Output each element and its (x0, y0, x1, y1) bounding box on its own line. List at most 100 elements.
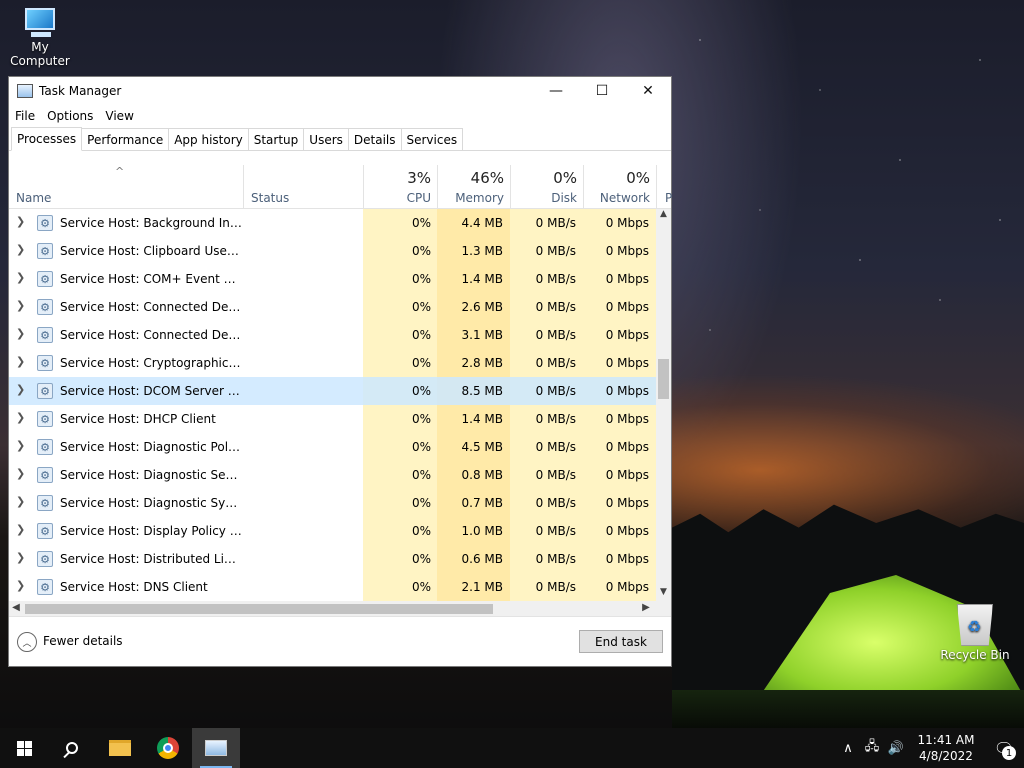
memory-cell: 1.0 MB (461, 524, 503, 538)
network-cell: 0 Mbps (605, 496, 649, 510)
expand-chevron-icon[interactable]: ❯ (16, 411, 28, 424)
process-name: Service Host: Connected Device... (60, 300, 242, 314)
service-gear-icon: ⚙ (37, 579, 53, 595)
expand-chevron-icon[interactable]: ❯ (16, 327, 28, 340)
process-name: Service Host: DCOM Server Proc... (60, 384, 242, 398)
expand-chevron-icon[interactable]: ❯ (16, 271, 28, 284)
desktop-icon-label: My Computer (10, 40, 70, 68)
fewer-details-link[interactable]: Fewer details (43, 634, 123, 648)
vertical-scrollbar[interactable]: ▲ ▼ (656, 209, 671, 601)
menu-file[interactable]: File (15, 109, 35, 123)
table-row[interactable]: ❯ ⚙ Service Host: Diagnostic System... 0% 0.… (9, 489, 656, 517)
expand-chevron-icon[interactable]: ❯ (16, 299, 28, 312)
expand-chevron-icon[interactable]: ❯ (16, 355, 28, 368)
table-row[interactable]: ❯ ⚙ Service Host: Display Policy Serv... 0%… (9, 517, 656, 545)
column-header-name[interactable]: ^ Name (9, 165, 243, 209)
scroll-up-icon[interactable]: ▲ (656, 209, 671, 223)
volume-icon[interactable]: 🔊 (884, 741, 908, 756)
column-header-power[interactable]: P (656, 165, 673, 209)
table-row[interactable]: ❯ ⚙ Service Host: DNS Client 0% 2.1 MB 0 MB/s… (9, 573, 656, 601)
cpu-cell: 0% (411, 580, 431, 594)
close-button[interactable]: ✕ (625, 77, 671, 105)
minimize-button[interactable]: — (533, 77, 579, 105)
expand-chevron-icon[interactable]: ❯ (16, 215, 28, 228)
network-icon[interactable]: 🖧 (860, 737, 884, 759)
process-name: Service Host: Display Policy Serv... (60, 524, 242, 538)
column-header-network[interactable]: 0% Network (583, 165, 656, 209)
column-label: P (665, 191, 673, 205)
table-row[interactable]: ❯ ⚙ Service Host: Background Intelli... 0% 4… (9, 209, 656, 237)
tab-performance[interactable]: Performance (81, 128, 170, 150)
column-header-disk[interactable]: 0% Disk (510, 165, 583, 209)
service-gear-icon: ⚙ (37, 467, 53, 483)
taskbar-task-manager[interactable] (192, 728, 240, 768)
memory-cell: 1.4 MB (461, 412, 503, 426)
column-percent: 0% (553, 169, 577, 187)
task-manager-window: Task Manager — ☐ ✕ File Options View Pro… (8, 76, 672, 667)
maximize-button[interactable]: ☐ (579, 77, 625, 105)
taskbar-chrome[interactable] (144, 728, 192, 768)
column-label: Status (251, 191, 290, 205)
column-label: Memory (455, 191, 504, 205)
action-center-button[interactable]: 🗨 1 (984, 728, 1024, 768)
title-bar[interactable]: Task Manager — ☐ ✕ (9, 77, 671, 105)
service-gear-icon: ⚙ (37, 327, 53, 343)
scroll-right-icon[interactable]: ▶ (639, 602, 653, 613)
expand-chevron-icon[interactable]: ❯ (16, 495, 28, 508)
taskbar-file-explorer[interactable] (96, 728, 144, 768)
scroll-left-icon[interactable]: ◀ (9, 602, 23, 613)
service-gear-icon: ⚙ (37, 243, 53, 259)
show-hidden-icons-chevron-icon[interactable]: ∧ (836, 741, 860, 756)
menu-options[interactable]: Options (47, 109, 93, 123)
table-row[interactable]: ❯ ⚙ Service Host: Cryptographic Ser... 0% 2.… (9, 349, 656, 377)
collapse-chevron-icon[interactable]: ︿ (17, 632, 37, 652)
network-cell: 0 Mbps (605, 216, 649, 230)
network-cell: 0 Mbps (605, 300, 649, 314)
search-button[interactable] (48, 728, 96, 768)
tab-app-history[interactable]: App history (168, 128, 249, 150)
scroll-down-icon[interactable]: ▼ (656, 587, 671, 601)
column-header-cpu[interactable]: 3% CPU (363, 165, 437, 209)
table-row[interactable]: ❯ ⚙ Service Host: Clipboard User Ser... 0% 1… (9, 237, 656, 265)
expand-chevron-icon[interactable]: ❯ (16, 551, 28, 564)
end-task-button[interactable]: End task (579, 630, 663, 653)
disk-cell: 0 MB/s (535, 496, 576, 510)
expand-chevron-icon[interactable]: ❯ (16, 579, 28, 592)
process-name: Service Host: Diagnostic Policy ... (60, 440, 242, 454)
column-header-status[interactable]: Status (243, 165, 363, 209)
expand-chevron-icon[interactable]: ❯ (16, 383, 28, 396)
vertical-scroll-thumb[interactable] (658, 359, 669, 399)
expand-chevron-icon[interactable]: ❯ (16, 439, 28, 452)
table-row[interactable]: ❯ ⚙ Service Host: Connected Device... 0% 3.1… (9, 321, 656, 349)
tab-processes[interactable]: Processes (11, 127, 83, 151)
table-row[interactable]: ❯ ⚙ Service Host: Connected Device... 0% 2.6… (9, 293, 656, 321)
expand-chevron-icon[interactable]: ❯ (16, 523, 28, 536)
column-label: Name (16, 191, 52, 205)
tab-startup[interactable]: Startup (247, 128, 305, 150)
table-row[interactable]: ❯ ⚙ Service Host: COM+ Event Syste... 0% 1.4… (9, 265, 656, 293)
desktop-icon-my-computer[interactable]: My Computer (0, 8, 80, 68)
clock[interactable]: 11:41 AM 4/8/2022 (916, 732, 976, 764)
disk-cell: 0 MB/s (535, 384, 576, 398)
menu-view[interactable]: View (105, 109, 133, 123)
clock-date: 4/8/2022 (919, 749, 973, 763)
tab-strip: Processes Performance App history Startu… (9, 127, 671, 151)
expand-chevron-icon[interactable]: ❯ (16, 243, 28, 256)
tab-users[interactable]: Users (303, 128, 349, 150)
horizontal-scrollbar[interactable]: ◀ ▶ (9, 601, 671, 616)
tab-services[interactable]: Services (400, 128, 464, 150)
table-row[interactable]: ❯ ⚙ Service Host: Distributed Link Tr... 0%… (9, 545, 656, 573)
tab-details[interactable]: Details (347, 128, 402, 150)
window-title: Task Manager (39, 84, 122, 98)
memory-cell: 8.5 MB (461, 384, 503, 398)
start-button[interactable] (0, 728, 48, 768)
table-row[interactable]: ❯ ⚙ Service Host: DCOM Server Proc... 0% 8.5… (9, 377, 656, 405)
expand-chevron-icon[interactable]: ❯ (16, 467, 28, 480)
horizontal-scroll-thumb[interactable] (25, 604, 493, 614)
table-row[interactable]: ❯ ⚙ Service Host: DHCP Client 0% 1.4 MB 0 MB/… (9, 405, 656, 433)
column-header-memory[interactable]: 46% Memory (437, 165, 510, 209)
desktop-icon-recycle-bin[interactable]: Recycle Bin (935, 604, 1015, 662)
table-row[interactable]: ❯ ⚙ Service Host: Diagnostic Service... 0% 0… (9, 461, 656, 489)
table-row[interactable]: ❯ ⚙ Service Host: Diagnostic Policy ... 0% 4… (9, 433, 656, 461)
desktop-icon-label: Recycle Bin (940, 648, 1010, 662)
